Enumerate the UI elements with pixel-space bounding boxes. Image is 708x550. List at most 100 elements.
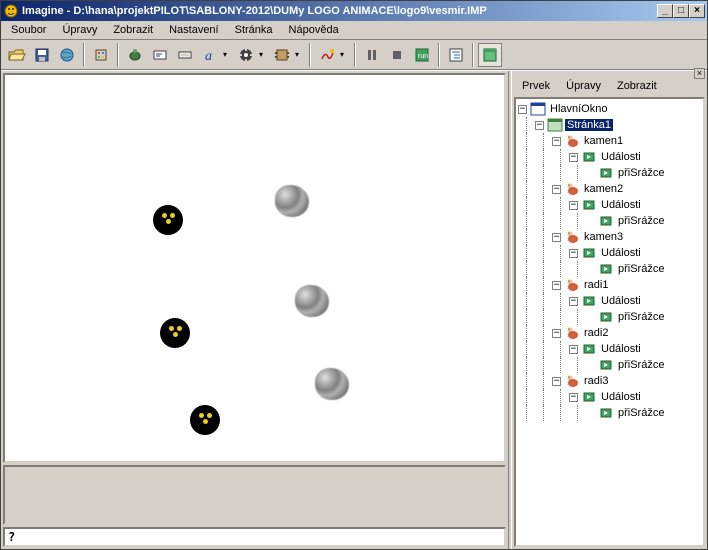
dropdown-icon[interactable]: ▾ — [295, 50, 305, 59]
open-icon[interactable] — [5, 43, 29, 67]
maximize-button[interactable]: □ — [673, 4, 689, 18]
tree-turtle[interactable]: − kamen3 — [518, 229, 701, 245]
command-input[interactable]: ? — [3, 527, 506, 547]
tree-node-icon — [581, 341, 597, 357]
sprite-bowling[interactable] — [153, 205, 183, 235]
tree-events[interactable]: − Události — [518, 389, 701, 405]
button-icon[interactable] — [173, 43, 197, 67]
tree-toggle[interactable]: − — [535, 121, 544, 130]
sprite-rock[interactable] — [315, 368, 349, 400]
tree-turtle[interactable]: − radi2 — [518, 325, 701, 341]
tree-events[interactable]: − Události — [518, 245, 701, 261]
tree-label[interactable]: Stránka1 — [565, 119, 613, 131]
textbox-icon[interactable] — [148, 43, 172, 67]
tree-toggle[interactable]: − — [569, 153, 578, 162]
tree-handler[interactable]: přiSrážce — [518, 213, 701, 229]
tree-toggle[interactable]: − — [552, 185, 561, 194]
sprite-rock[interactable] — [275, 185, 309, 217]
tree-label[interactable]: kamen3 — [582, 231, 625, 243]
canvas[interactable] — [3, 73, 506, 463]
tree-node-icon — [564, 229, 580, 245]
dropdown-icon[interactable]: ▾ — [223, 50, 233, 59]
panel-menu-element[interactable]: Prvek — [514, 78, 558, 94]
object-tree[interactable]: −HlavníOkno−Stránka1−kamen1−UdálostipřiS… — [514, 97, 705, 547]
tree-turtle[interactable]: − kamen2 — [518, 181, 701, 197]
tree-label[interactable]: radi3 — [582, 375, 610, 387]
tree-handler[interactable]: přiSrážce — [518, 405, 701, 421]
sprite-rock[interactable] — [295, 285, 329, 317]
tree-label[interactable]: přiSrážce — [616, 215, 666, 227]
menu-file[interactable]: Soubor — [3, 22, 54, 38]
panel-menu-view[interactable]: Zobrazit — [609, 78, 665, 94]
tree-label[interactable]: Události — [599, 295, 643, 307]
tree-handler[interactable]: přiSrážce — [518, 165, 701, 181]
tree-events[interactable]: − Události — [518, 341, 701, 357]
tree-page[interactable]: − Stránka1 — [518, 117, 701, 133]
tree-toggle[interactable]: − — [569, 297, 578, 306]
tree-label[interactable]: Události — [599, 343, 643, 355]
tree-toggle[interactable]: − — [569, 201, 578, 210]
turtle-icon[interactable] — [123, 43, 147, 67]
tree-label[interactable]: kamen2 — [582, 183, 625, 195]
tree-label[interactable]: přiSrážce — [616, 311, 666, 323]
tree-toggle[interactable]: − — [518, 105, 527, 114]
pause-icon[interactable] — [360, 43, 384, 67]
dropdown-icon[interactable]: ▾ — [259, 50, 269, 59]
tree-handler[interactable]: přiSrážce — [518, 357, 701, 373]
tree-events[interactable]: − Události — [518, 149, 701, 165]
tree-toggle[interactable]: − — [569, 249, 578, 258]
tree-turtle[interactable]: − radi1 — [518, 277, 701, 293]
tree-toggle[interactable]: − — [552, 377, 561, 386]
tree-turtle[interactable]: − radi3 — [518, 373, 701, 389]
tree-toggle[interactable]: − — [552, 233, 561, 242]
paint-icon[interactable] — [89, 43, 113, 67]
tree-label[interactable]: Události — [599, 247, 643, 259]
close-button[interactable]: × — [689, 4, 705, 18]
run-icon[interactable]: run — [410, 43, 434, 67]
window-layout-icon[interactable] — [478, 43, 502, 67]
save-world-icon[interactable] — [55, 43, 79, 67]
svg-text:run: run — [418, 53, 428, 60]
menu-view[interactable]: Zobrazit — [105, 22, 161, 38]
tree-events[interactable]: − Události — [518, 293, 701, 309]
tree-label[interactable]: Události — [599, 151, 643, 163]
sprite-bowling[interactable] — [190, 405, 220, 435]
tree-root[interactable]: − HlavníOkno — [518, 101, 701, 117]
tree-toggle[interactable]: − — [569, 393, 578, 402]
tree-label[interactable]: přiSrážce — [616, 263, 666, 275]
trace-icon[interactable] — [315, 43, 339, 67]
media-icon[interactable] — [234, 43, 258, 67]
tree-label[interactable]: radi1 — [582, 279, 610, 291]
tree-label[interactable]: přiSrážce — [616, 407, 666, 419]
tree-label[interactable]: přiSrážce — [616, 167, 666, 179]
sprite-bowling[interactable] — [160, 318, 190, 348]
stop-icon[interactable] — [385, 43, 409, 67]
tree-toggle[interactable]: − — [569, 345, 578, 354]
tree-label[interactable]: Události — [599, 199, 643, 211]
tree-toggle[interactable]: − — [552, 281, 561, 290]
tree-toggle[interactable]: − — [552, 329, 561, 338]
tree-handler[interactable]: přiSrážce — [518, 261, 701, 277]
menu-settings[interactable]: Nastavení — [161, 22, 227, 38]
minimize-button[interactable]: _ — [657, 4, 673, 18]
tree-label[interactable]: radi2 — [582, 327, 610, 339]
component-icon[interactable] — [270, 43, 294, 67]
tree-label[interactable]: Události — [599, 391, 643, 403]
text-icon[interactable]: a — [198, 43, 222, 67]
svg-text:a: a — [205, 49, 212, 63]
tree-label[interactable]: kamen1 — [582, 135, 625, 147]
tree-label[interactable]: HlavníOkno — [548, 103, 609, 115]
right-pane: × Prvek Úpravy Zobrazit −HlavníOkno−Strá… — [512, 71, 707, 549]
tree-turtle[interactable]: − kamen1 — [518, 133, 701, 149]
tree-panel-icon[interactable] — [444, 43, 468, 67]
tree-label[interactable]: přiSrážce — [616, 359, 666, 371]
menu-help[interactable]: Nápověda — [281, 22, 347, 38]
save-icon[interactable] — [30, 43, 54, 67]
dropdown-icon[interactable]: ▾ — [340, 50, 350, 59]
tree-events[interactable]: − Události — [518, 197, 701, 213]
menu-edit[interactable]: Úpravy — [54, 22, 105, 38]
tree-handler[interactable]: přiSrážce — [518, 309, 701, 325]
panel-menu-edit[interactable]: Úpravy — [558, 78, 609, 94]
tree-toggle[interactable]: − — [552, 137, 561, 146]
menu-page[interactable]: Stránka — [227, 22, 281, 38]
